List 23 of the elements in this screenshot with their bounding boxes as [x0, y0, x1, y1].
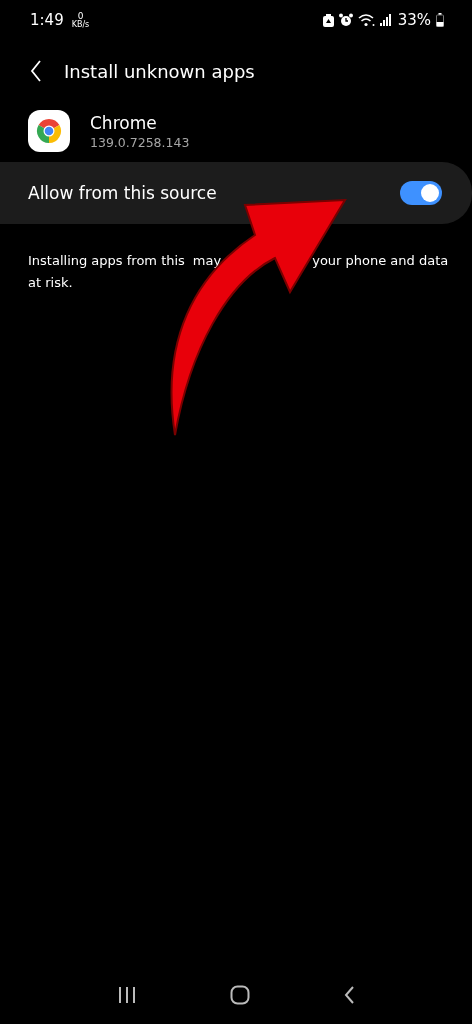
description-text: Installing apps from this: [28, 252, 185, 270]
description-text: at risk.: [28, 274, 74, 292]
wifi-icon: [357, 13, 375, 27]
network-speed: 0 KB/s: [71, 11, 90, 29]
description-text: may: [192, 252, 222, 270]
app-name: Chrome: [90, 112, 158, 133]
alarm-icon: [338, 13, 353, 27]
back-icon[interactable]: [30, 60, 42, 82]
app-version: 139.0.7258.143: [90, 134, 190, 150]
battery-saver-icon: [322, 13, 334, 27]
setting-card[interactable]: Allow from this source: [0, 162, 472, 224]
status-time: 1:49: [30, 11, 64, 29]
battery-icon: [436, 13, 444, 27]
toggle-switch[interactable]: [400, 181, 442, 205]
home-icon[interactable]: [230, 985, 250, 1005]
signal-icon: [379, 14, 391, 26]
setting-label: Allow from this source: [28, 183, 217, 203]
recent-apps-icon[interactable]: [116, 986, 137, 1004]
app-logo-icon: [28, 110, 70, 152]
back-icon[interactable]: [343, 985, 356, 1005]
description-text: your phone and data: [312, 252, 449, 270]
page-title: Install unknown apps: [64, 60, 255, 82]
battery-percent: 33%: [397, 11, 431, 29]
